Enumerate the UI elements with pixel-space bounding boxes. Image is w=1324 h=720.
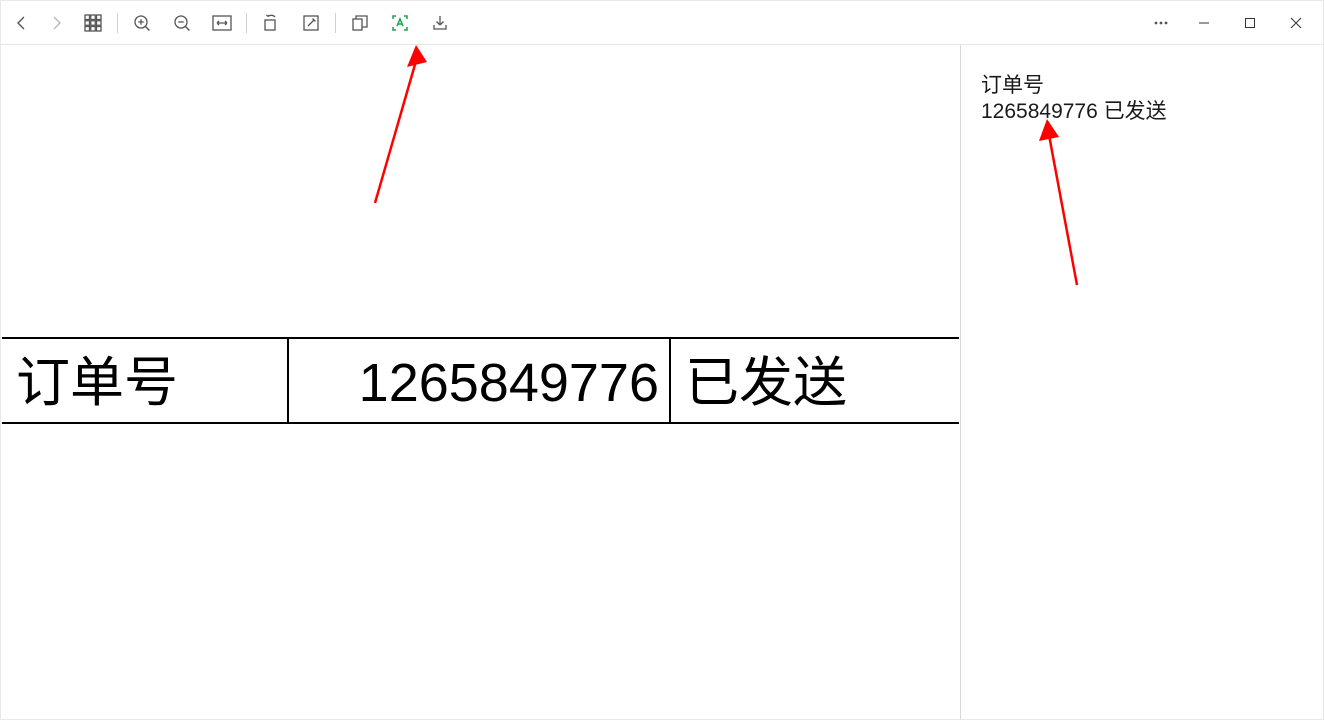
rotate-icon	[262, 14, 280, 32]
edit-button[interactable]	[291, 3, 331, 43]
annotation-arrow-toolbar	[361, 45, 441, 213]
ocr-button[interactable]	[380, 3, 420, 43]
toolbar-separator	[335, 13, 336, 33]
forward-icon	[48, 15, 64, 31]
nav-back-button[interactable]	[5, 3, 39, 43]
image-viewer[interactable]: 订单号 1265849776 已发送	[1, 45, 960, 719]
more-icon	[1152, 14, 1170, 32]
ocr-side-panel: 订单号 1265849776 已发送	[960, 45, 1323, 719]
image-cell-status: 已发送	[671, 339, 959, 422]
nav-forward-button[interactable]	[39, 3, 73, 43]
rotate-button[interactable]	[251, 3, 291, 43]
back-icon	[14, 15, 30, 31]
download-icon	[431, 14, 449, 32]
maximize-icon	[1244, 17, 1256, 29]
copy-button[interactable]	[340, 3, 380, 43]
content-area: 订单号 1265849776 已发送 订单号 1265849776 已发送	[1, 45, 1323, 719]
annotation-arrow-ocr	[1021, 115, 1101, 295]
toolbar-separator	[246, 13, 247, 33]
toolbar-left-group	[5, 3, 460, 43]
fit-width-button[interactable]	[202, 3, 242, 43]
edit-icon	[302, 14, 320, 32]
copy-icon	[351, 14, 369, 32]
minimize-icon	[1198, 17, 1210, 29]
grid-icon	[84, 14, 102, 32]
window-minimize-button[interactable]	[1181, 3, 1227, 43]
image-cell-label: 订单号	[2, 339, 289, 422]
toolbar	[1, 1, 1323, 45]
fit-width-icon	[212, 15, 232, 31]
more-button[interactable]	[1141, 3, 1181, 43]
toolbar-separator	[117, 13, 118, 33]
thumbnails-button[interactable]	[73, 3, 113, 43]
image-cell-number: 1265849776	[289, 339, 671, 422]
ocr-icon	[391, 14, 409, 32]
zoom-in-icon	[133, 14, 151, 32]
ocr-line: 订单号	[981, 73, 1303, 99]
zoom-out-icon	[173, 14, 191, 32]
download-button[interactable]	[420, 3, 460, 43]
ocr-line: 1265849776 已发送	[981, 99, 1303, 125]
window-maximize-button[interactable]	[1227, 3, 1273, 43]
image-content-table: 订单号 1265849776 已发送	[2, 337, 959, 424]
app-root: 订单号 1265849776 已发送 订单号 1265849776 已发送	[0, 0, 1324, 720]
close-icon	[1290, 17, 1302, 29]
zoom-out-button[interactable]	[162, 3, 202, 43]
window-close-button[interactable]	[1273, 3, 1319, 43]
zoom-in-button[interactable]	[122, 3, 162, 43]
toolbar-right-group	[1141, 3, 1319, 43]
